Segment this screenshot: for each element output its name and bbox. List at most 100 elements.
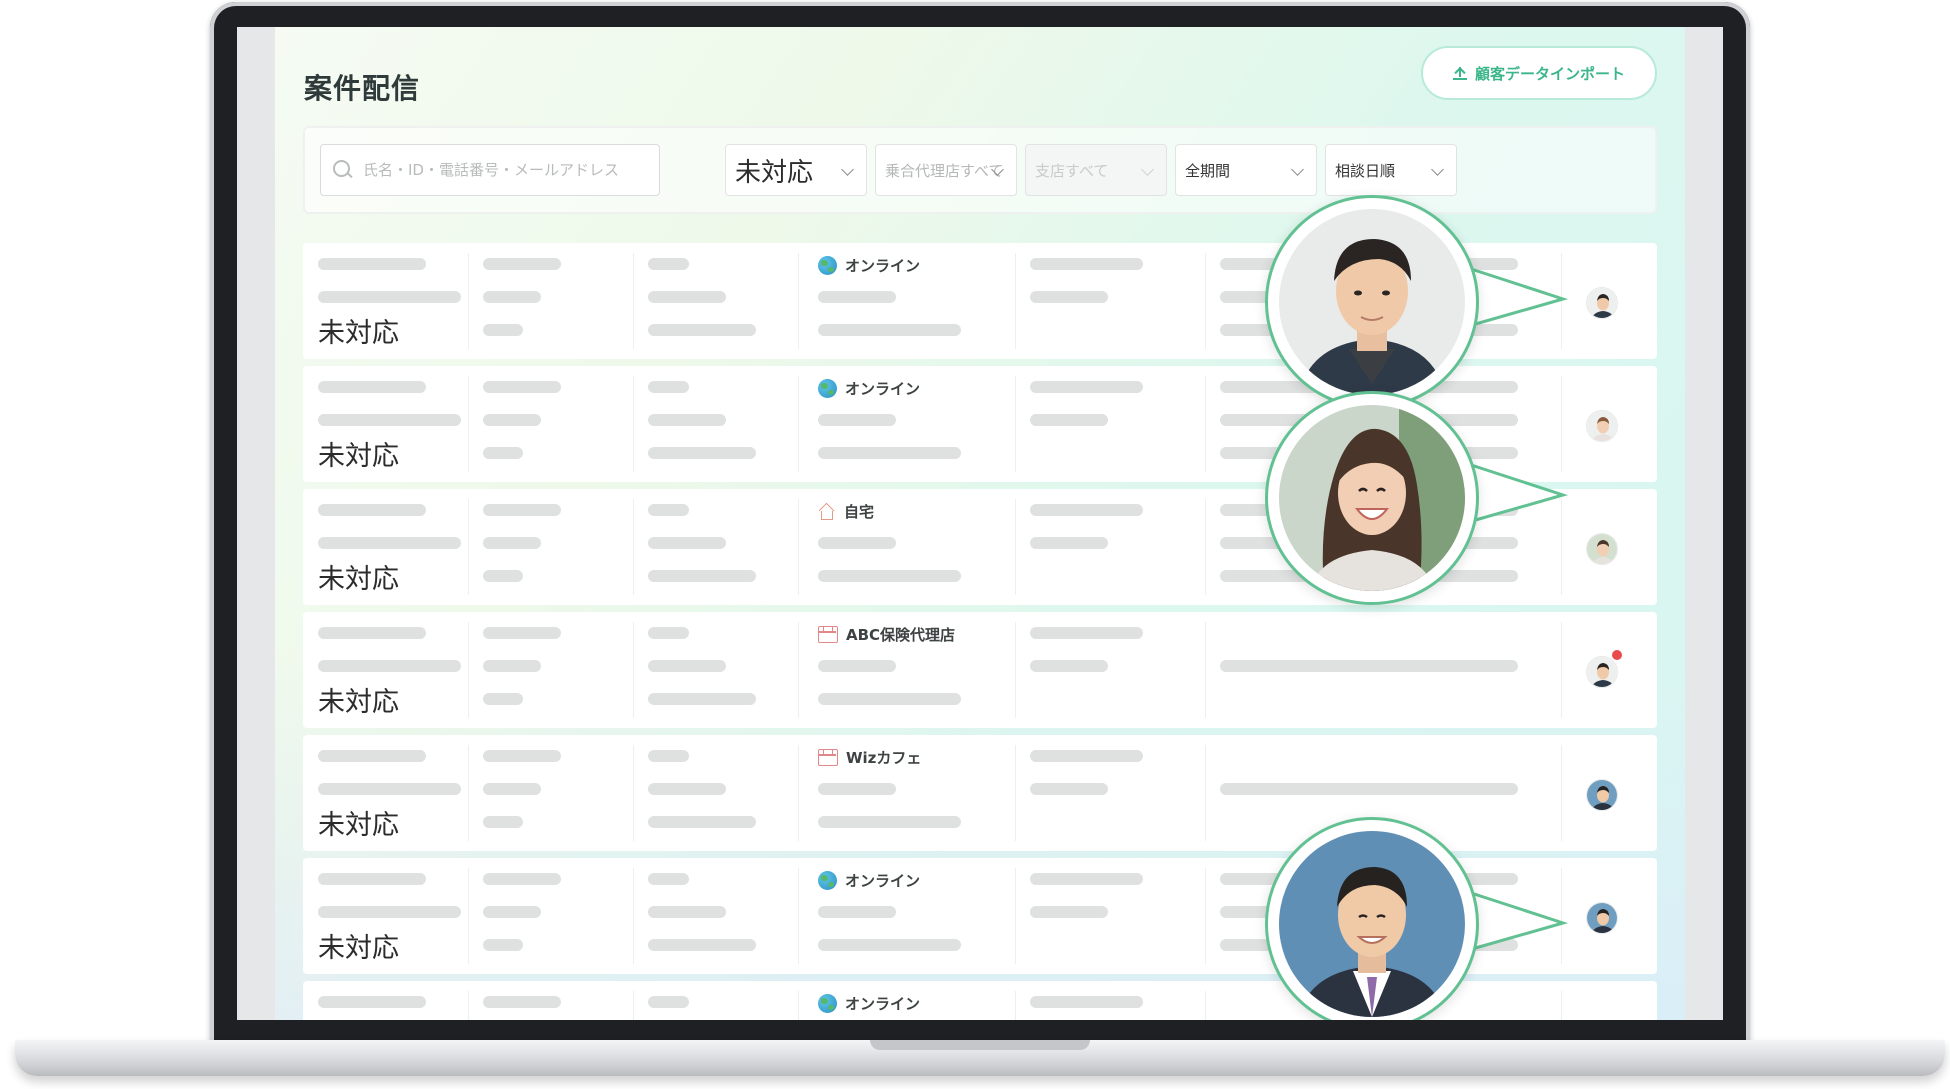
laptop-notch bbox=[870, 1040, 1090, 1050]
app-window: 案件配信 顧客データインポート 未対応 乗合代理店すべて 支店すべて bbox=[275, 27, 1685, 1020]
placeholder-bar bbox=[483, 996, 561, 1008]
column-divider bbox=[1205, 868, 1206, 964]
avatar[interactable] bbox=[1586, 533, 1618, 565]
placeholder-bar bbox=[1030, 504, 1143, 516]
placeholder-bar bbox=[1220, 660, 1518, 672]
placeholder-bar bbox=[648, 939, 756, 951]
callout-circle bbox=[1265, 195, 1479, 409]
column-divider bbox=[1205, 499, 1206, 595]
branch-select-value: 支店すべて bbox=[1035, 161, 1109, 180]
placeholder-bar bbox=[1030, 750, 1143, 762]
placeholder-bar bbox=[318, 660, 461, 672]
placeholder-bar bbox=[818, 291, 896, 303]
agency-select[interactable]: 乗合代理店すべて bbox=[875, 144, 1017, 196]
avatar-callout bbox=[1265, 391, 1569, 605]
placeholder-bar bbox=[818, 537, 896, 549]
avatar-callout bbox=[1265, 817, 1569, 1020]
meeting-location-label: オンライン bbox=[845, 872, 921, 890]
placeholder-bar bbox=[483, 783, 541, 795]
placeholder-bar bbox=[318, 996, 426, 1008]
meeting-location: Wizカフェ bbox=[818, 747, 921, 768]
column-divider bbox=[1561, 622, 1562, 718]
callout-circle bbox=[1265, 391, 1479, 605]
column-divider bbox=[1015, 253, 1016, 349]
status-label: 未対応 bbox=[318, 933, 399, 964]
avatar[interactable] bbox=[1586, 902, 1618, 934]
placeholder-bar bbox=[483, 906, 541, 918]
callout-pointer bbox=[1464, 265, 1569, 329]
table-row[interactable]: 未対応 ABC保険代理店 bbox=[303, 612, 1657, 728]
column-divider bbox=[633, 253, 634, 349]
sort-select[interactable]: 相談日順 bbox=[1325, 144, 1457, 196]
column-divider bbox=[1015, 376, 1016, 472]
column-divider bbox=[1561, 991, 1562, 1020]
placeholder-bar bbox=[818, 816, 961, 828]
placeholder-bar bbox=[483, 504, 561, 516]
column-divider bbox=[1205, 745, 1206, 841]
placeholder-bar bbox=[648, 291, 726, 303]
branch-select[interactable]: 支店すべて bbox=[1025, 144, 1167, 196]
placeholder-bar bbox=[648, 381, 689, 393]
status-select-value: 未対応 bbox=[735, 157, 814, 188]
callout-pointer bbox=[1464, 461, 1569, 525]
status-label: 未対応 bbox=[318, 441, 399, 472]
meeting-location-label: オンライン bbox=[845, 380, 921, 398]
meeting-location: オンライン bbox=[818, 993, 920, 1014]
placeholder-bar bbox=[483, 381, 561, 393]
placeholder-bar bbox=[483, 939, 523, 951]
globe-icon bbox=[818, 871, 837, 890]
avatar[interactable] bbox=[1586, 410, 1618, 442]
meeting-location-label: ABC保険代理店 bbox=[846, 626, 956, 644]
placeholder-bar bbox=[1030, 906, 1108, 918]
search-input[interactable] bbox=[363, 161, 653, 179]
avatar[interactable] bbox=[1586, 287, 1618, 319]
search-icon bbox=[333, 160, 353, 180]
meeting-location-label: オンライン bbox=[845, 257, 921, 275]
avatar[interactable] bbox=[1586, 779, 1618, 811]
placeholder-bar bbox=[648, 816, 756, 828]
placeholder-bar bbox=[318, 906, 461, 918]
column-divider bbox=[633, 376, 634, 472]
placeholder-bar bbox=[318, 258, 426, 270]
placeholder-bar bbox=[648, 660, 726, 672]
column-divider bbox=[468, 868, 469, 964]
placeholder-bar bbox=[1030, 381, 1143, 393]
store-icon bbox=[818, 749, 838, 766]
column-divider bbox=[798, 745, 799, 841]
placeholder-bar bbox=[818, 447, 961, 459]
column-divider bbox=[1015, 622, 1016, 718]
placeholder-bar bbox=[483, 258, 561, 270]
chevron-down-icon bbox=[841, 163, 854, 176]
notification-dot bbox=[1612, 650, 1622, 660]
column-divider bbox=[798, 376, 799, 472]
status-label: 未対応 bbox=[318, 318, 399, 349]
person-photo bbox=[1279, 209, 1465, 395]
meeting-location-label: 自宅 bbox=[844, 503, 875, 521]
placeholder-bar bbox=[318, 381, 426, 393]
globe-icon bbox=[818, 994, 837, 1013]
avatar[interactable] bbox=[1586, 656, 1618, 688]
period-select[interactable]: 全期間 bbox=[1175, 144, 1317, 196]
placeholder-bar bbox=[818, 414, 896, 426]
search-box[interactable] bbox=[320, 144, 660, 196]
import-customer-data-button[interactable]: 顧客データインポート bbox=[1421, 46, 1657, 100]
laptop-screen: 案件配信 顧客データインポート 未対応 乗合代理店すべて 支店すべて bbox=[237, 27, 1723, 1020]
status-label: 未対応 bbox=[318, 810, 399, 841]
status-select[interactable]: 未対応 bbox=[725, 144, 867, 196]
meeting-location-label: オンライン bbox=[845, 995, 921, 1013]
column-divider bbox=[1561, 745, 1562, 841]
store-icon bbox=[818, 626, 838, 643]
placeholder-bar bbox=[818, 324, 961, 336]
status-label: 未対応 bbox=[318, 564, 399, 595]
column-divider bbox=[633, 499, 634, 595]
chevron-down-icon bbox=[1291, 163, 1304, 176]
placeholder-bar bbox=[648, 324, 756, 336]
column-divider bbox=[1205, 622, 1206, 718]
placeholder-bar bbox=[1030, 258, 1143, 270]
placeholder-bar bbox=[483, 816, 523, 828]
placeholder-bar bbox=[1030, 291, 1108, 303]
placeholder-bar bbox=[648, 258, 689, 270]
column-divider bbox=[1561, 376, 1562, 472]
page-title: 案件配信 bbox=[304, 72, 421, 105]
placeholder-bar bbox=[318, 627, 426, 639]
